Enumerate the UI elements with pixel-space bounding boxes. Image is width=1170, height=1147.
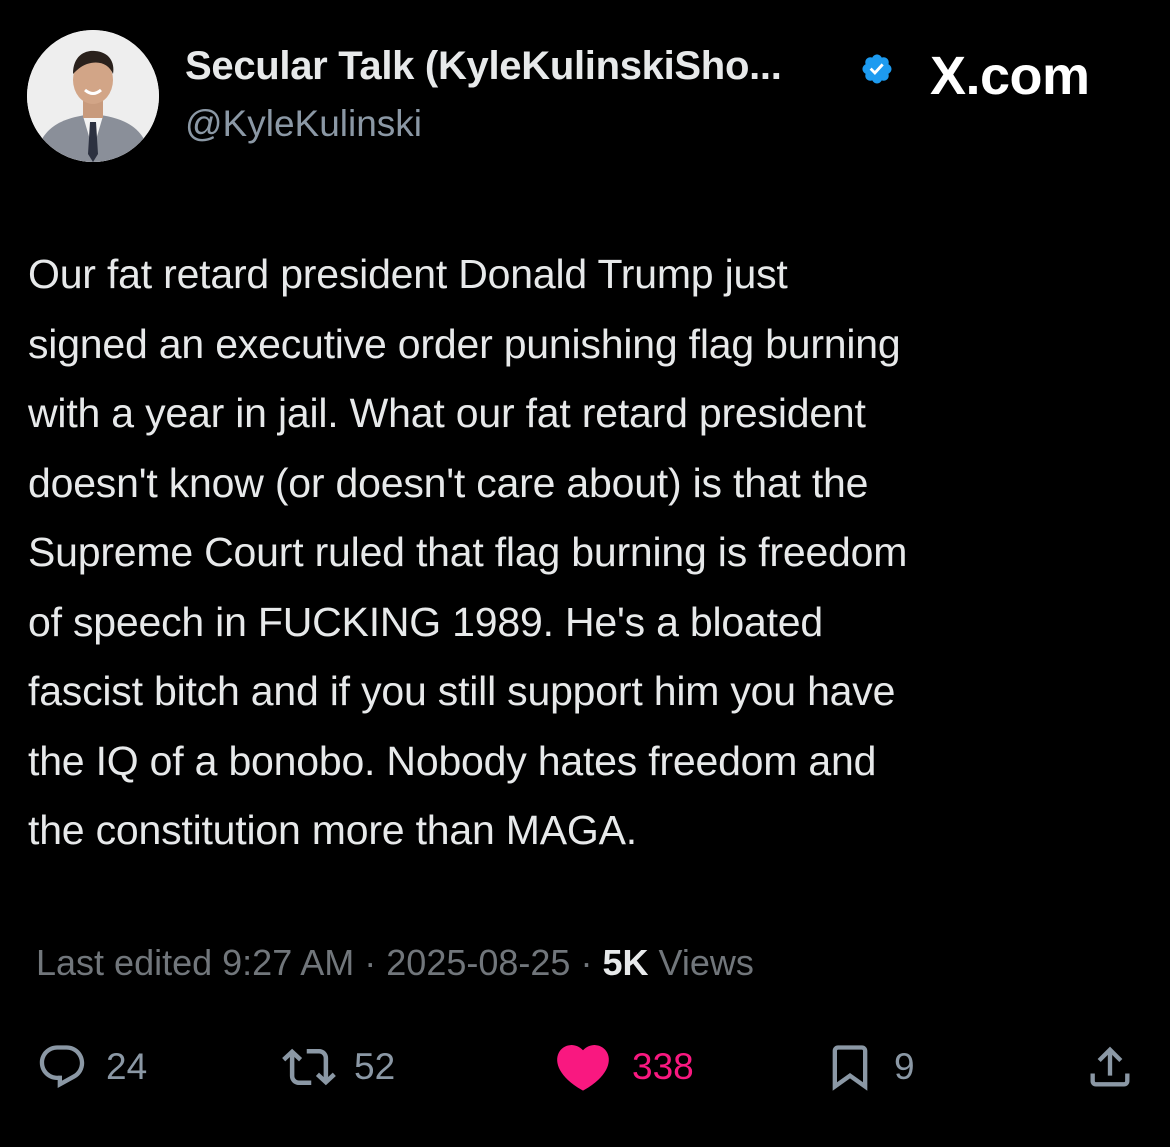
bookmark-count: 9	[894, 1046, 915, 1087]
repost-icon	[282, 1048, 336, 1086]
meta-separator: ·	[580, 942, 593, 983]
views-count: 5K	[602, 942, 649, 983]
author-name[interactable]: Secular Talk (KyleKulinskiSho...	[185, 44, 782, 89]
reply-icon	[39, 1045, 85, 1089]
heart-icon	[557, 1045, 609, 1091]
tweet-date[interactable]: 2025-08-25	[386, 942, 570, 983]
tweet-card: Secular Talk (KyleKulinskiSho... @KyleKu…	[0, 0, 1170, 1147]
author-handle[interactable]: @KyleKulinski	[185, 103, 422, 145]
verified-badge-icon	[862, 54, 892, 84]
action-bar: 24 52 338 9	[0, 1032, 1170, 1102]
repost-button[interactable]: 52	[282, 1032, 395, 1102]
reply-button[interactable]: 24	[36, 1032, 147, 1102]
tweet-time[interactable]: 9:27 AM	[222, 942, 354, 983]
views-label: Views	[658, 942, 754, 983]
meta-separator: ·	[364, 942, 377, 983]
edited-label[interactable]: Last edited	[36, 942, 212, 983]
share-button[interactable]	[1084, 1032, 1136, 1102]
tweet-text: Our fat retard president Donald Trump ju…	[28, 251, 908, 853]
reply-count: 24	[106, 1046, 148, 1087]
bookmark-button[interactable]: 9	[824, 1032, 915, 1102]
site-label: X.com	[930, 46, 1090, 106]
like-button[interactable]: 338	[552, 1032, 694, 1102]
share-icon	[1090, 1046, 1130, 1087]
avatar-image	[27, 30, 159, 162]
bookmark-icon	[832, 1045, 868, 1091]
author-avatar[interactable]	[27, 30, 159, 162]
tweet-meta: Last edited 9:27 AM · 2025-08-25 · 5K Vi…	[36, 942, 754, 984]
like-count: 338	[632, 1046, 694, 1087]
repost-count: 52	[354, 1046, 396, 1087]
